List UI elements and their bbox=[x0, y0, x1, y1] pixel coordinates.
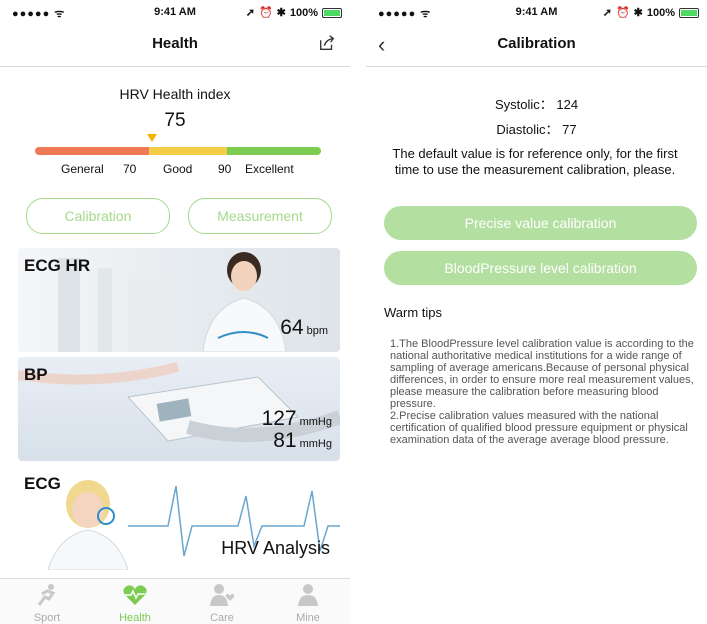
person-icon bbox=[298, 584, 318, 606]
alarm-icon: ⏰ bbox=[258, 7, 273, 19]
heart-pulse-icon bbox=[123, 585, 147, 605]
location-icon: ➚ bbox=[602, 7, 612, 19]
ecg-label: ECG bbox=[24, 474, 61, 493]
systolic-row: Systolic： 124 bbox=[366, 94, 707, 113]
tip-2: 2.Precise calibration values measured wi… bbox=[390, 410, 688, 446]
systolic-label: Systolic： bbox=[494, 97, 553, 112]
bluetooth-icon: ✱ bbox=[276, 7, 286, 19]
warm-tips-title: Warm tips bbox=[384, 305, 443, 320]
location-icon: ➚ bbox=[245, 7, 255, 19]
bp-level-calibration-button[interactable]: BloodPressure level calibration bbox=[384, 251, 697, 285]
hrv-index-value: 75 bbox=[164, 110, 186, 131]
scale-good-label: Good bbox=[163, 162, 193, 176]
ecg-hr-label: ECG HR bbox=[24, 256, 91, 275]
tab-mine-label: Mine bbox=[296, 612, 320, 624]
good-segment bbox=[149, 147, 227, 155]
calibration-button[interactable]: Calibration bbox=[26, 198, 170, 234]
systolic-value: 124 bbox=[556, 97, 579, 112]
runner-icon bbox=[37, 584, 56, 606]
bp-card[interactable]: BP 127 mmHg 81 mmHg bbox=[18, 357, 340, 461]
systolic-unit: mmHg bbox=[299, 416, 332, 428]
battery-percent: 100% bbox=[289, 6, 318, 19]
page-title: Calibration bbox=[497, 35, 576, 52]
diastolic-unit: mmHg bbox=[299, 438, 332, 450]
bluetooth-icon: ✱ bbox=[633, 7, 643, 19]
status-bar: ●●●●● ᯤ 9:41 AM ➚ ⏰ ✱ 100% bbox=[366, 0, 707, 22]
battery-icon bbox=[679, 7, 699, 18]
diastolic-value: 81 bbox=[273, 429, 297, 452]
diastolic-value: 77 bbox=[562, 122, 577, 137]
excellent-segment bbox=[226, 147, 321, 155]
systolic-value: 127 bbox=[261, 407, 297, 430]
status-right: ➚ ⏰ ✱ 100% bbox=[603, 6, 699, 19]
heart-rate-value: 64 bbox=[280, 316, 304, 339]
navigation-bar: Health bbox=[0, 22, 350, 67]
warm-tips-text: 1.The BloodPressure level calibration va… bbox=[390, 338, 700, 446]
scale-excellent-label: Excellent bbox=[245, 162, 294, 176]
page-title: Health bbox=[152, 35, 198, 52]
battery-percent: 100% bbox=[646, 6, 675, 19]
care-icon bbox=[210, 584, 235, 606]
calibration-screen: ●●●●● ᯤ 9:41 AM ➚ ⏰ ✱ 100% ‹ Calibration… bbox=[366, 0, 707, 624]
tab-health-label: Health bbox=[119, 612, 151, 624]
measurement-button[interactable]: Measurement bbox=[188, 198, 332, 234]
diastolic-row: Diastolic： 77 bbox=[366, 119, 707, 138]
precise-value-calibration-button[interactable]: Precise value calibration bbox=[384, 206, 697, 240]
share-icon[interactable] bbox=[318, 34, 336, 52]
hrv-index-title: HRV Health index bbox=[119, 86, 231, 102]
tab-care-label: Care bbox=[210, 612, 234, 624]
tip-1: 1.The BloodPressure level calibration va… bbox=[390, 338, 694, 410]
scale-general-label: General bbox=[61, 162, 104, 176]
health-screen: ●●●●● ᯤ 9:41 AM ➚ ⏰ ✱ 100% Health HRV He… bbox=[0, 0, 350, 624]
scale-70-label: 70 bbox=[123, 162, 137, 176]
hrv-analysis-caption: HRV Analysis bbox=[221, 538, 330, 558]
bp-label: BP bbox=[24, 365, 48, 384]
status-right: ➚ ⏰ ✱ 100% bbox=[246, 6, 342, 19]
ecg-card[interactable]: ECG HRV Analysis bbox=[18, 466, 340, 570]
hrv-level-marker bbox=[147, 134, 158, 142]
general-segment bbox=[35, 147, 150, 155]
tab-health[interactable]: Health bbox=[105, 583, 165, 624]
tab-mine[interactable]: Mine bbox=[278, 583, 338, 624]
alarm-icon: ⏰ bbox=[615, 7, 630, 19]
diastolic-label: Diastolic： bbox=[496, 122, 559, 137]
ecg-hr-card[interactable]: ECG HR 64 bpm bbox=[18, 248, 340, 352]
battery-icon bbox=[322, 7, 342, 18]
reference-note: The default value is for reference only,… bbox=[392, 146, 678, 177]
tab-sport[interactable]: Sport bbox=[17, 583, 77, 624]
hrv-level-bar bbox=[35, 147, 321, 155]
status-bar: ●●●●● ᯤ 9:41 AM ➚ ⏰ ✱ 100% bbox=[0, 0, 350, 22]
scale-90-label: 90 bbox=[218, 162, 232, 176]
tab-sport-label: Sport bbox=[33, 612, 61, 624]
tab-care[interactable]: Care bbox=[192, 583, 252, 624]
tab-bar: Sport Health Care Mine bbox=[0, 578, 350, 624]
heart-rate-unit: bpm bbox=[306, 325, 328, 337]
navigation-bar: ‹ Calibration bbox=[366, 22, 707, 67]
